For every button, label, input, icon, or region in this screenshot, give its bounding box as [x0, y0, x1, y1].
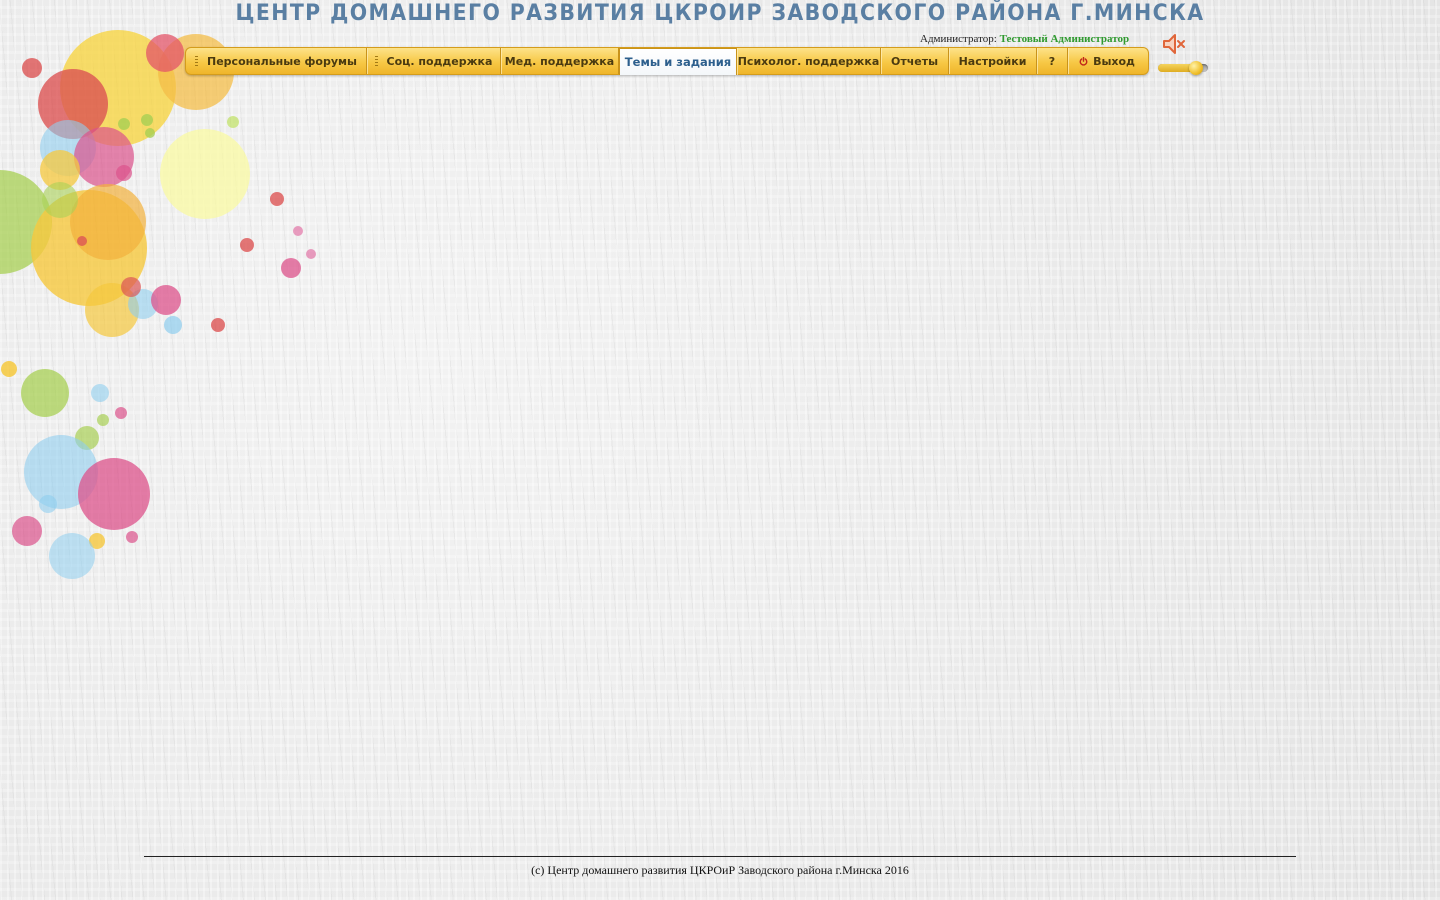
- footer-divider: [144, 856, 1296, 857]
- nav-item-psychological-support[interactable]: Психолог. поддержка: [737, 48, 881, 74]
- decorative-bubbles: [0, 30, 316, 579]
- nav-item-social-support[interactable]: Соц. поддержка: [367, 48, 501, 74]
- nav-label: Выход: [1093, 54, 1135, 68]
- page: { "header": { "site_title": "ЦЕНТР ДОМАШ…: [0, 0, 1440, 900]
- nav-item-reports[interactable]: Отчеты: [881, 48, 949, 74]
- nav-label: Соц. поддержка: [386, 54, 493, 68]
- nav-item-personal-forums[interactable]: Персональные форумы: [186, 48, 367, 74]
- nav-label: Настройки: [958, 54, 1027, 68]
- nav-item-settings[interactable]: Настройки: [949, 48, 1037, 74]
- nav-label: Мед. поддержка: [504, 54, 615, 68]
- nav-label: ?: [1048, 54, 1056, 68]
- admin-name: Тестовый Администратор: [999, 33, 1130, 45]
- speaker-muted-icon[interactable]: [1160, 30, 1188, 58]
- nav-item-medical-support[interactable]: Мед. поддержка: [501, 48, 619, 74]
- logout-button[interactable]: Выход: [1068, 48, 1146, 74]
- power-icon: [1079, 56, 1088, 66]
- nav-label: Отчеты: [890, 54, 939, 68]
- nav-label: Психолог. поддержка: [737, 54, 880, 68]
- site-title: ЦЕНТР ДОМАШНЕГО РАЗВИТИЯ ЦКРОИР ЗАВОДСКО…: [235, 1, 1205, 26]
- help-button[interactable]: ?: [1037, 48, 1068, 74]
- volume-thumb[interactable]: [1189, 61, 1204, 75]
- nav-label: Персональные форумы: [207, 54, 357, 68]
- tab-topics-and-tasks[interactable]: Темы и задания: [619, 48, 737, 75]
- main-nav: Персональные форумы Соц. поддержка Мед. …: [185, 47, 1149, 75]
- nav-label: Темы и задания: [624, 55, 732, 69]
- grip-handle-icon: [195, 55, 199, 67]
- grip-handle-icon: [374, 55, 378, 67]
- admin-label: Администратор:: [920, 33, 997, 45]
- volume-slider[interactable]: [1158, 61, 1210, 75]
- admin-info: Администратор: Тестовый Администратор: [920, 33, 1129, 45]
- footer-copyright: (c) Центр домашнего развития ЦКРОиР Заво…: [531, 863, 909, 877]
